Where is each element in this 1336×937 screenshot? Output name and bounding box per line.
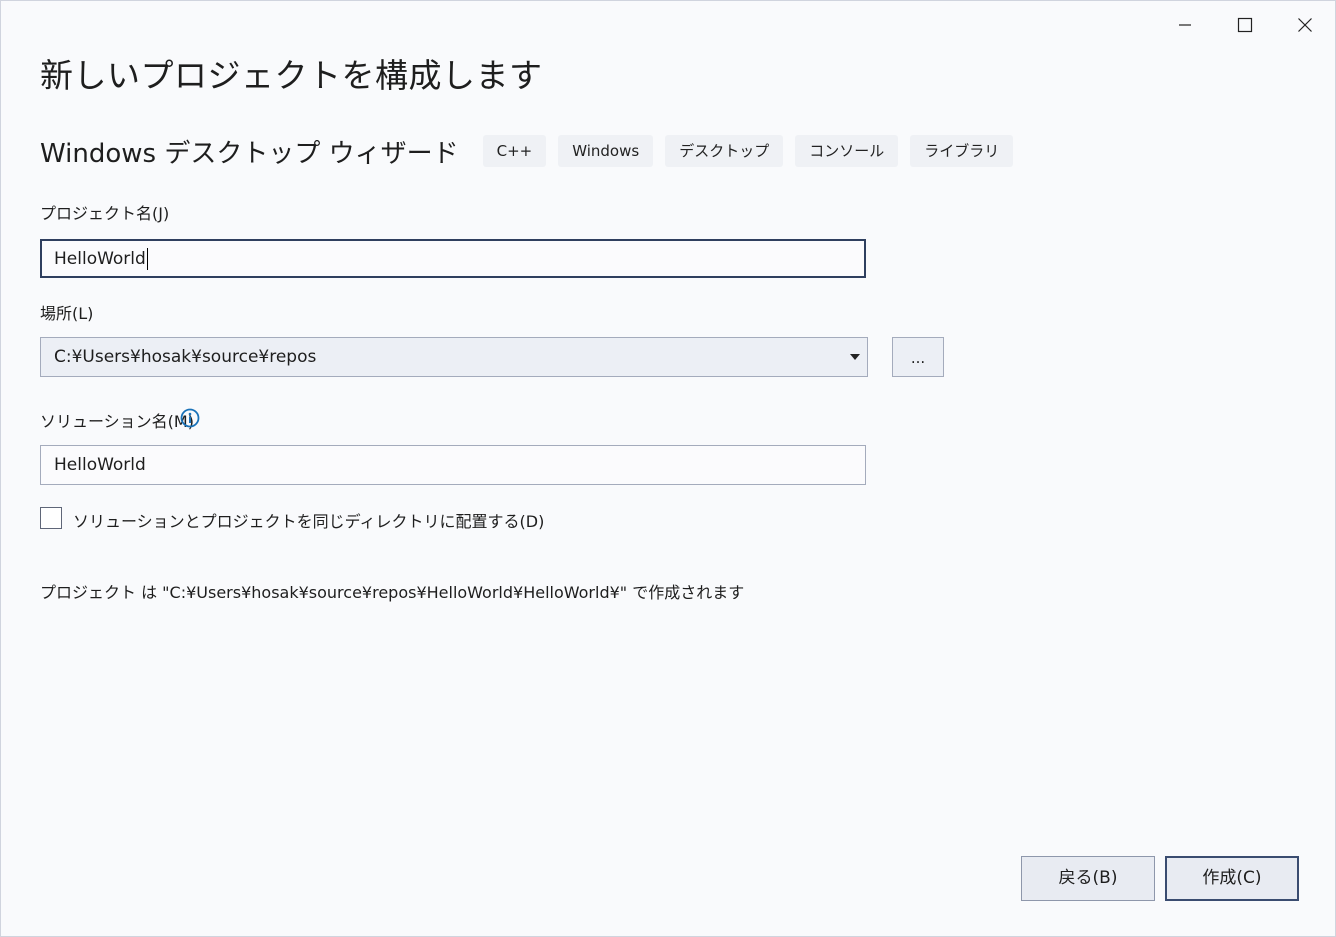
- dropdown-toggle[interactable]: [843, 338, 867, 376]
- wizard-header: Windows デスクトップ ウィザード C++ Windows デスクトップ …: [40, 131, 1025, 171]
- close-button[interactable]: [1275, 1, 1335, 49]
- browse-button[interactable]: ...: [892, 337, 944, 377]
- project-name-input[interactable]: HelloWorld: [40, 239, 866, 278]
- solution-name-value: HelloWorld: [54, 455, 146, 475]
- chevron-down-icon: [850, 354, 860, 360]
- location-label: 場所(L): [40, 304, 94, 323]
- tag-windows: Windows: [558, 135, 654, 167]
- window-controls: [1155, 1, 1335, 49]
- minimize-icon: [1179, 24, 1191, 26]
- maximize-icon: [1237, 17, 1253, 33]
- same-directory-checkbox[interactable]: [40, 507, 62, 529]
- tag-desktop: デスクトップ: [665, 135, 784, 167]
- location-select[interactable]: C:¥Users¥hosak¥source¥repos: [40, 337, 868, 377]
- project-path-info: プロジェクト は "C:¥Users¥hosak¥source¥repos¥He…: [40, 583, 745, 602]
- project-name-label: プロジェクト名(J): [40, 204, 170, 223]
- text-caret: [146, 247, 148, 270]
- maximize-button[interactable]: [1215, 1, 1275, 49]
- create-button[interactable]: 作成(C): [1165, 856, 1299, 901]
- solution-name-input[interactable]: HelloWorld: [40, 445, 866, 485]
- same-directory-label[interactable]: ソリューションとプロジェクトを同じディレクトリに配置する(D): [73, 508, 544, 532]
- project-name-value: HelloWorld: [54, 248, 146, 269]
- page-title: 新しいプロジェクトを構成します: [40, 56, 543, 95]
- back-button[interactable]: 戻る(B): [1021, 856, 1155, 901]
- tag-console: コンソール: [795, 135, 899, 167]
- tag-library: ライブラリ: [910, 135, 1014, 167]
- location-value: C:¥Users¥hosak¥source¥repos: [54, 347, 317, 367]
- close-icon: [1298, 18, 1312, 32]
- tag-cpp: C++: [482, 135, 547, 167]
- solution-name-label: ソリューション名(M): [40, 412, 194, 431]
- minimize-button[interactable]: [1155, 1, 1215, 49]
- wizard-name: Windows デスクトップ ウィザード: [40, 138, 459, 169]
- dialog-window: 新しいプロジェクトを構成します Windows デスクトップ ウィザード C++…: [0, 0, 1336, 937]
- info-icon[interactable]: [180, 408, 200, 428]
